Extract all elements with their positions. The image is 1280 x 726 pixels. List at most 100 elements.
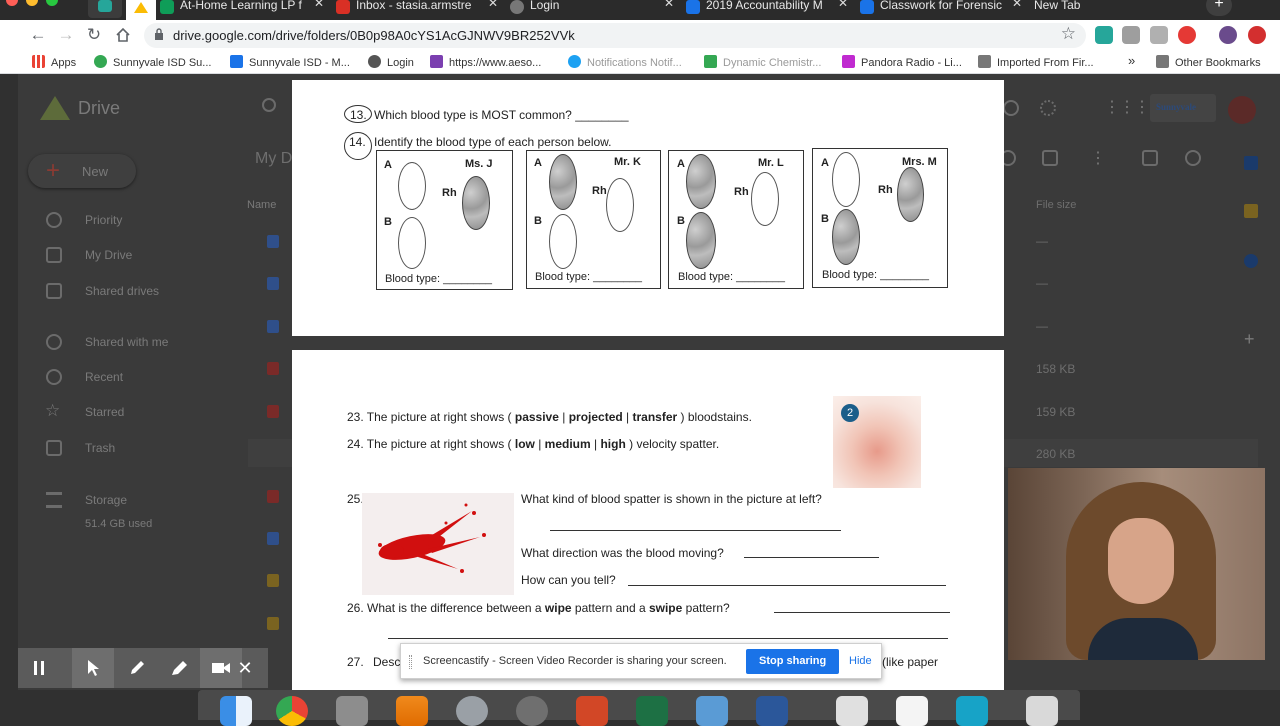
screencast-extension-icon[interactable]	[1150, 26, 1168, 44]
calendar-addon-icon[interactable]	[1244, 156, 1258, 170]
bookmark-pandora[interactable]: Pandora Radio - Li...	[842, 55, 962, 69]
notes-icon[interactable]	[836, 696, 868, 726]
bookmark-other[interactable]: Other Bookmarks	[1156, 55, 1261, 69]
back-button[interactable]: ←	[27, 24, 49, 46]
breadcrumb[interactable]: My D	[255, 150, 292, 168]
maximize-window-icon[interactable]	[46, 0, 58, 6]
trash-can-icon[interactable]	[1026, 696, 1058, 726]
bookmark-star-icon[interactable]: ☆	[1061, 24, 1076, 44]
add-addon-icon[interactable]: +	[1244, 329, 1255, 350]
calculator-icon[interactable]	[336, 696, 368, 726]
blood-type-answer[interactable]: Blood type: ________	[678, 271, 785, 283]
profile-avatar[interactable]	[1219, 26, 1237, 44]
close-tab-icon[interactable]: ✕	[838, 0, 848, 9]
grid-view-icon[interactable]	[1142, 150, 1158, 166]
highlighter-tool-button[interactable]	[158, 648, 200, 688]
settings-gear-icon[interactable]	[1040, 100, 1056, 116]
answer-line[interactable]	[744, 557, 879, 558]
answer-line[interactable]	[628, 585, 946, 586]
bookmark-apps[interactable]: Apps	[32, 55, 76, 69]
hide-link[interactable]: Hide	[849, 655, 872, 667]
bookmark-sunnyvale-m[interactable]: Sunnyvale ISD - M...	[230, 55, 350, 69]
apps-grid-icon[interactable]: ⋮⋮⋮	[1104, 97, 1150, 117]
tab-drive-pinned[interactable]	[88, 0, 122, 18]
address-bar[interactable]: drive.google.com/drive/folders/0B0p98A0c…	[144, 23, 1086, 48]
sidebar-item-priority[interactable]: Priority	[85, 213, 122, 227]
blood-type-answer[interactable]: Blood type: ________	[822, 269, 929, 281]
name-column-header[interactable]: Name	[247, 199, 276, 211]
bookmark-login[interactable]: Login	[368, 55, 414, 69]
bookmarks-overflow-chevron[interactable]: »	[1128, 53, 1135, 68]
minimize-window-icon[interactable]	[26, 0, 38, 6]
blood-type-answer[interactable]: Blood type: ________	[385, 273, 492, 285]
close-controls-button[interactable]: ✕	[224, 648, 266, 688]
close-tab-icon[interactable]: ✕	[664, 0, 674, 9]
home-button[interactable]	[112, 24, 134, 46]
stop-sharing-button[interactable]: Stop sharing	[746, 649, 839, 674]
bookmark-aeso[interactable]: https://www.aeso...	[430, 55, 541, 69]
reload-button[interactable]: ↻	[83, 24, 105, 46]
stop-extension-icon[interactable]	[1248, 26, 1266, 44]
bookmark-notifications[interactable]: Notifications Notif...	[568, 55, 682, 69]
drag-handle-icon[interactable]	[409, 655, 412, 669]
tab-accountability[interactable]: 2019 Accountability M ✕	[686, 0, 852, 20]
q24-option-high[interactable]: high	[600, 437, 625, 451]
sidebar-item-my-drive[interactable]: My Drive	[85, 248, 132, 262]
info-icon[interactable]	[1185, 150, 1201, 166]
close-window-icon[interactable]	[6, 0, 18, 6]
excel-icon[interactable]	[636, 696, 668, 726]
sidebar-item-recent[interactable]: Recent	[85, 370, 123, 384]
keep-addon-icon[interactable]	[1244, 204, 1258, 218]
tab-new-tab[interactable]: New Tab	[1034, 0, 1194, 20]
bookmark-imported[interactable]: Imported From Fir...	[978, 55, 1094, 69]
bookmark-sunnyvale-su[interactable]: Sunnyvale ISD Su...	[94, 55, 211, 69]
help-icon[interactable]	[1003, 100, 1019, 116]
close-tab-icon[interactable]: ✕	[488, 0, 498, 9]
finder-icon[interactable]	[220, 696, 252, 726]
sidebar-item-shared-drives[interactable]: Shared drives	[85, 284, 159, 298]
tab-inbox[interactable]: Inbox - stasia.armstre ✕	[336, 0, 502, 20]
tab-drive-current[interactable]	[126, 0, 156, 20]
pause-button[interactable]	[18, 648, 60, 688]
close-tab-icon[interactable]: ✕	[1012, 0, 1022, 9]
q24-option-medium[interactable]: medium	[545, 437, 591, 451]
q24-option-low[interactable]: low	[515, 437, 535, 451]
close-tab-icon[interactable]: ✕	[314, 0, 324, 9]
chrome-icon[interactable]	[276, 696, 308, 726]
webcam-overlay[interactable]	[1008, 468, 1265, 660]
more-options-icon[interactable]: ⋮	[1090, 148, 1106, 168]
new-button[interactable]: + New	[28, 154, 136, 188]
blood-type-answer[interactable]: Blood type: ________	[535, 271, 642, 283]
answer-line[interactable]	[550, 530, 841, 531]
textedit-icon[interactable]	[896, 696, 928, 726]
eyedropper-extension-icon[interactable]	[1122, 26, 1140, 44]
launchpad-icon[interactable]	[456, 696, 488, 726]
record-extension-icon[interactable]	[1178, 26, 1196, 44]
answer-line[interactable]	[388, 638, 948, 639]
q23-option-projected[interactable]: projected	[569, 410, 623, 424]
vlc-icon[interactable]	[396, 696, 428, 726]
tasks-addon-icon[interactable]	[1244, 254, 1258, 268]
preview-icon[interactable]	[696, 696, 728, 726]
tab-at-home-learning[interactable]: At-Home Learning LP f ✕	[160, 0, 328, 20]
forward-button[interactable]: →	[55, 24, 77, 46]
delete-icon[interactable]	[1042, 150, 1058, 166]
cursor-tool-button[interactable]	[72, 648, 114, 688]
q23-option-transfer[interactable]: transfer	[633, 410, 678, 424]
powerpoint-icon[interactable]	[576, 696, 608, 726]
tab-login[interactable]: Login ✕	[510, 0, 678, 20]
q23-option-passive[interactable]: passive	[515, 410, 559, 424]
pen-tool-button[interactable]	[116, 648, 158, 688]
new-tab-button[interactable]: +	[1206, 0, 1232, 16]
tab-classwork[interactable]: Classwork for Forensic ✕	[860, 0, 1026, 20]
file-size-column-header[interactable]: File size	[1036, 199, 1076, 211]
bookmark-dynamic-chemistry[interactable]: Dynamic Chemistr...	[704, 55, 821, 69]
system-preferences-icon[interactable]	[516, 696, 548, 726]
sidebar-item-trash[interactable]: Trash	[85, 441, 115, 455]
sidebar-item-storage[interactable]: Storage	[85, 493, 127, 507]
word-icon[interactable]	[756, 696, 788, 726]
screencastify-icon[interactable]	[956, 696, 988, 726]
sidebar-item-starred[interactable]: Starred	[85, 405, 124, 419]
sidebar-item-shared-with-me[interactable]: Shared with me	[85, 335, 168, 349]
answer-line[interactable]	[774, 612, 950, 613]
